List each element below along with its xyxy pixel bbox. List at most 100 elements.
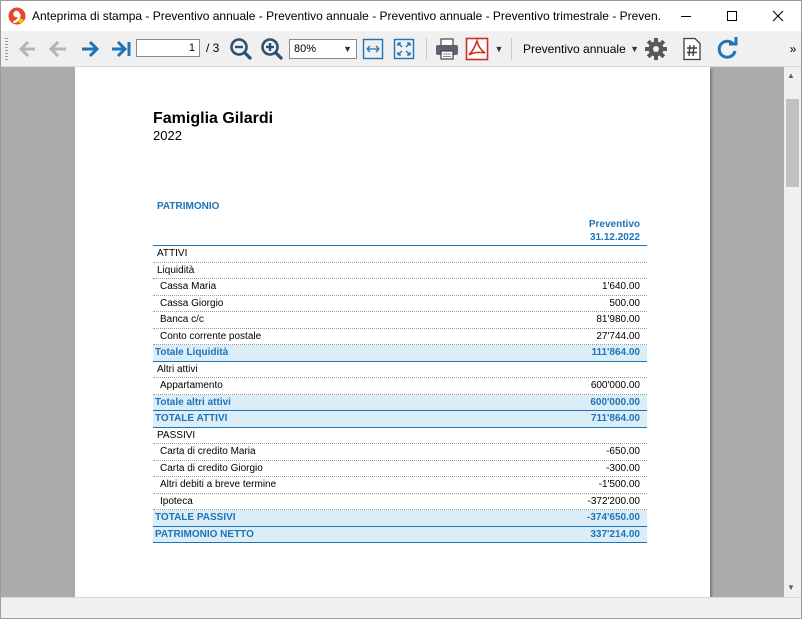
- table-row: Appartamento 600'000.00: [153, 378, 647, 395]
- row-value: 27'744.00: [596, 330, 640, 342]
- fit-width-icon: [362, 38, 384, 60]
- toolbar-overflow-button[interactable]: »: [787, 36, 799, 62]
- print-button[interactable]: [433, 36, 461, 62]
- balance-table: ATTIVI Liquidità Cassa Maria 1'640.00 Cassa …: [153, 245, 647, 543]
- export-pdf-button[interactable]: [464, 36, 490, 62]
- printer-icon: [436, 38, 458, 60]
- total-row: PATRIMONIO NETTO 337'214.00: [153, 526, 647, 543]
- total-row: Totale Liquidità 111'864.00: [153, 345, 647, 362]
- zoom-in-icon: [261, 38, 284, 61]
- row-value: -372'200.00: [587, 495, 640, 507]
- pdf-options-dropdown[interactable]: ▼: [492, 36, 506, 62]
- row-label: ATTIVI: [157, 248, 188, 260]
- row-value: -300.00: [606, 462, 640, 474]
- toolbar-separator: [511, 38, 512, 60]
- row-label: TOTALE PASSIVI: [155, 512, 236, 524]
- row-value: 711'864.00: [590, 413, 640, 425]
- minimize-button[interactable]: [663, 1, 709, 31]
- row-label: Altri debiti a breve termine: [160, 479, 277, 491]
- chevron-down-icon: ▼: [343, 44, 352, 54]
- close-icon: [772, 10, 784, 22]
- row-label: Cassa Maria: [160, 281, 217, 293]
- report-year: 2022: [153, 128, 182, 143]
- first-page-icon: [18, 40, 35, 58]
- row-label: Ipoteca: [160, 495, 193, 507]
- chevron-down-icon: ▼: [494, 44, 504, 54]
- row-label: Totale altri attivi: [155, 396, 231, 408]
- gear-icon: [645, 38, 667, 60]
- refresh-icon: [717, 37, 738, 59]
- row-value: -374'650.00: [587, 512, 640, 524]
- total-row: Totale altri attivi 600'000.00: [153, 394, 647, 411]
- row-label: PATRIMONIO NETTO: [155, 528, 254, 540]
- pdf-icon: [465, 37, 489, 61]
- total-row: TOTALE ATTIVI 711'864.00: [153, 411, 647, 428]
- status-bar: [1, 597, 801, 618]
- zoom-value: 80%: [294, 43, 317, 55]
- table-row: Conto corrente postale 27'744.00: [153, 329, 647, 345]
- page-total-label: / 3: [206, 41, 220, 55]
- scroll-up-icon[interactable]: ▲: [787, 71, 795, 80]
- row-value: 1'640.00: [601, 281, 640, 293]
- settings-button[interactable]: [642, 36, 670, 62]
- row-label: Carta di credito Maria: [160, 446, 256, 458]
- group-row: ATTIVI: [153, 246, 647, 263]
- layout-select[interactable]: Preventivo annuale ▼: [517, 38, 643, 60]
- preview-area[interactable]: Famiglia Gilardi 2022 PATRIMONIO Prevent…: [1, 67, 784, 597]
- print-preview-window: Anteprima di stampa - Preventivo annuale…: [0, 0, 802, 619]
- row-value: 337'214.00: [590, 528, 640, 540]
- row-value: 600'000.00: [590, 396, 640, 408]
- scroll-down-icon[interactable]: ▼: [787, 583, 795, 592]
- group-row: Altri attivi: [153, 362, 647, 378]
- section-title: PATRIMONIO: [157, 201, 220, 212]
- hash-document-icon: [683, 37, 701, 61]
- window-title: Anteprima di stampa - Preventivo annuale…: [32, 9, 662, 23]
- scroll-thumb[interactable]: [786, 99, 799, 187]
- previous-page-icon: [48, 40, 66, 58]
- row-label: Appartamento: [160, 380, 223, 392]
- app-logo-icon: [8, 7, 26, 25]
- total-row: TOTALE PASSIVI -374'650.00: [153, 510, 647, 527]
- refresh-button[interactable]: [713, 36, 741, 62]
- fit-width-button[interactable]: [361, 36, 385, 62]
- column-header-date: 31.12.2022: [589, 232, 640, 243]
- row-label: Altri attivi: [157, 363, 198, 375]
- last-page-icon: [112, 40, 131, 58]
- zoom-select[interactable]: 80% ▼: [289, 39, 357, 59]
- next-page-icon: [82, 40, 100, 58]
- zoom-out-button[interactable]: [228, 36, 254, 62]
- row-label: PASSIVI: [157, 429, 196, 441]
- row-label: Totale Liquidità: [155, 347, 229, 359]
- report-page: Famiglia Gilardi 2022 PATRIMONIO Prevent…: [75, 67, 710, 597]
- table-row: Cassa Giorgio 500.00: [153, 296, 647, 312]
- table-row: Altri debiti a breve termine -1'500.00: [153, 477, 647, 494]
- zoom-out-icon: [230, 38, 253, 61]
- maximize-icon: [727, 11, 737, 21]
- next-page-button[interactable]: [77, 36, 103, 62]
- title-bar: Anteprima di stampa - Preventivo annuale…: [1, 1, 801, 31]
- toolbar-separator: [426, 38, 427, 60]
- row-value: 500.00: [609, 297, 640, 309]
- layout-value: Preventivo annuale: [523, 42, 626, 56]
- row-value: -1'500.00: [598, 479, 640, 491]
- report-title: Famiglia Gilardi: [153, 110, 274, 127]
- table-row: Carta di credito Giorgio -300.00: [153, 461, 647, 477]
- maximize-button[interactable]: [709, 1, 755, 31]
- fit-page-icon: [393, 38, 415, 60]
- minimize-icon: [681, 16, 691, 17]
- toolbar-grip[interactable]: [5, 38, 8, 60]
- previous-page-button[interactable]: [45, 36, 71, 62]
- page-number-button[interactable]: [679, 36, 705, 62]
- group-row: Liquidità: [153, 263, 647, 279]
- row-label: Carta di credito Giorgio: [160, 462, 263, 474]
- last-page-button[interactable]: [107, 36, 133, 62]
- table-row: Banca c/c 81'980.00: [153, 312, 647, 329]
- fit-page-button[interactable]: [392, 36, 416, 62]
- column-header-label: Preventivo: [588, 219, 640, 230]
- zoom-in-button[interactable]: [259, 36, 285, 62]
- page-number-input[interactable]: 1: [136, 39, 200, 57]
- close-button[interactable]: [755, 1, 801, 31]
- first-page-button[interactable]: [15, 36, 41, 62]
- row-label: Banca c/c: [160, 314, 204, 326]
- column-header: Preventivo 31.12.2022: [545, 218, 640, 244]
